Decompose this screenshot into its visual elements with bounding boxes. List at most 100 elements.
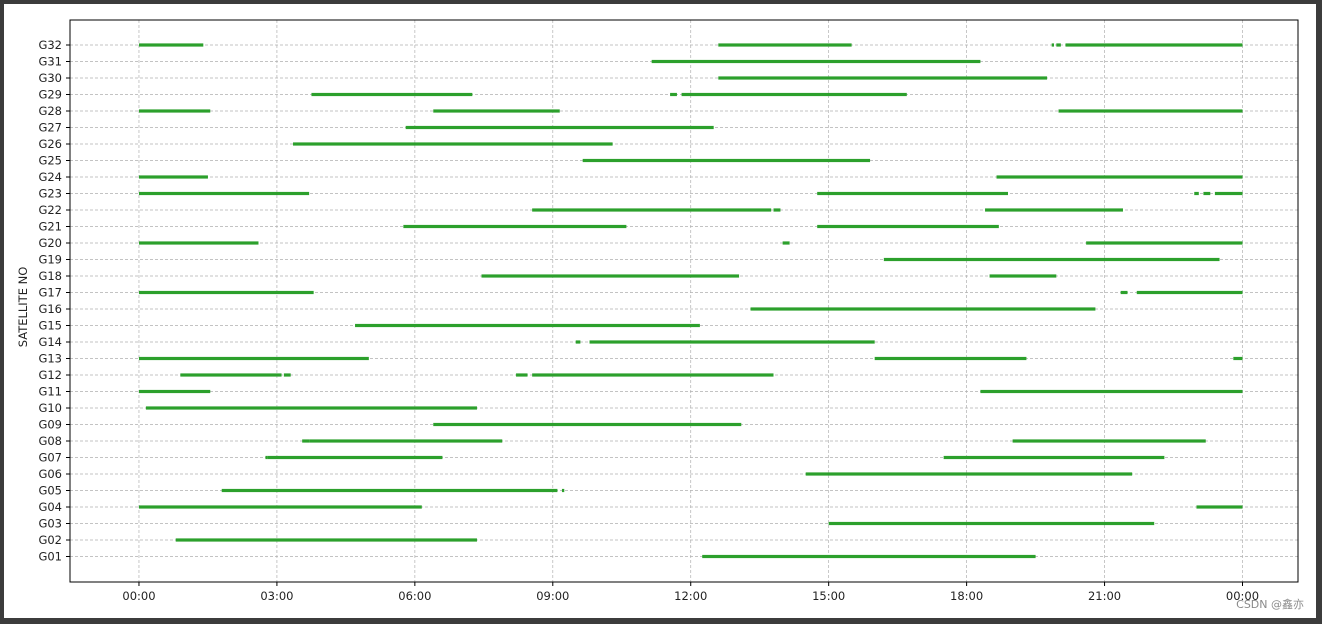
bar-g13 bbox=[138, 356, 369, 361]
bar-g13 bbox=[1233, 356, 1243, 361]
bar-g18 bbox=[481, 274, 740, 278]
bar-g29 bbox=[311, 92, 473, 97]
bar-g08 bbox=[309, 439, 503, 443]
bar-g22 bbox=[532, 208, 772, 212]
bar-g09 bbox=[433, 422, 742, 427]
bar-g11 bbox=[138, 389, 211, 394]
bar-g23 bbox=[1214, 191, 1243, 196]
bar-g29 bbox=[670, 92, 677, 97]
y-tick-label: G32 bbox=[38, 38, 62, 52]
figure-frame: 00:00 03:00 06:00 09:00 12:00 15:00 18:00 21:00… bbox=[4, 4, 1316, 618]
y-tick-label: G31 bbox=[38, 55, 62, 69]
bar-g24 bbox=[996, 175, 1243, 179]
bar-g20 bbox=[1086, 241, 1243, 245]
y-tick-label: G07 bbox=[38, 451, 62, 465]
bar-g05 bbox=[221, 488, 558, 493]
y-tick-label: G05 bbox=[38, 484, 62, 498]
y-tick-label: G09 bbox=[38, 418, 62, 432]
x-tick-label: 15:00 bbox=[812, 589, 845, 603]
y-tick-label: G03 bbox=[38, 517, 62, 531]
bar-g32 bbox=[138, 43, 204, 47]
y-tick-label: G25 bbox=[38, 154, 62, 168]
bar-g03 bbox=[828, 521, 1155, 526]
bar-g12 bbox=[180, 373, 282, 377]
bar-g30 bbox=[718, 76, 1048, 80]
y-tick-label: G27 bbox=[38, 121, 62, 135]
bar-g23 bbox=[1194, 191, 1199, 196]
plot-area-border bbox=[69, 19, 1299, 583]
bar-g32 bbox=[718, 43, 852, 47]
x-tick-label: 00:00 bbox=[122, 589, 155, 603]
y-tick-label: G23 bbox=[38, 187, 62, 201]
y-tick-label: G16 bbox=[38, 302, 62, 316]
bar-g04 bbox=[1196, 505, 1243, 509]
bar-g07 bbox=[943, 455, 1165, 460]
y-tick-label: G12 bbox=[38, 368, 62, 382]
bar-g20 bbox=[138, 241, 259, 245]
y-tick-label: G04 bbox=[38, 500, 62, 514]
bar-g08 bbox=[1012, 439, 1206, 443]
y-tick-label: G30 bbox=[38, 71, 62, 85]
bar-g01 bbox=[702, 554, 1036, 559]
y-tick-label: G20 bbox=[38, 236, 62, 250]
bar-g11 bbox=[980, 389, 1243, 394]
x-tick-label: 06:00 bbox=[398, 589, 431, 603]
y-tick-label: G29 bbox=[38, 88, 62, 102]
bar-g17 bbox=[1136, 290, 1243, 295]
y-tick-label: G02 bbox=[38, 533, 62, 547]
bar-g28 bbox=[138, 109, 211, 113]
bar-g18 bbox=[989, 274, 1057, 278]
y-tick-label: G06 bbox=[38, 467, 62, 481]
x-axis: 00:00 03:00 06:00 09:00 12:00 15:00 18:00 21:00… bbox=[122, 582, 1259, 603]
watermark: CSDN @鑫亦 bbox=[1236, 598, 1304, 611]
y-tick-label: G24 bbox=[38, 170, 62, 184]
bar-g13 bbox=[874, 356, 1027, 361]
bar-g32 bbox=[1051, 43, 1055, 47]
x-tick-label: 03:00 bbox=[260, 589, 293, 603]
x-tick-label: 21:00 bbox=[1088, 589, 1121, 603]
bar-g14 bbox=[589, 340, 875, 344]
y-tick-label: G18 bbox=[38, 269, 62, 283]
bar-g20 bbox=[782, 241, 790, 245]
bar-g21 bbox=[403, 224, 627, 229]
bar-g27 bbox=[405, 125, 714, 130]
bar-g24 bbox=[138, 175, 208, 179]
bar-g17 bbox=[138, 290, 314, 295]
y-tick-label: G10 bbox=[38, 401, 62, 415]
bar-g08 bbox=[302, 439, 310, 443]
y-tick-label: G13 bbox=[38, 352, 62, 366]
bar-g29 bbox=[681, 92, 907, 97]
bar-g22 bbox=[773, 208, 781, 212]
bar-g02 bbox=[175, 538, 477, 542]
bar-g23 bbox=[138, 191, 310, 196]
x-tick-label: 12:00 bbox=[674, 589, 707, 603]
bar-g26 bbox=[293, 142, 613, 146]
bar-g21 bbox=[817, 224, 999, 229]
y-tick-label: G01 bbox=[38, 550, 62, 564]
bar-g04 bbox=[138, 505, 422, 509]
y-tick-label: G26 bbox=[38, 137, 62, 151]
bar-g17 bbox=[1120, 290, 1128, 295]
bar-g16 bbox=[750, 307, 1096, 311]
bar-g06 bbox=[805, 472, 1133, 476]
bar-g32 bbox=[1056, 43, 1061, 47]
x-tick-label: 09:00 bbox=[536, 589, 569, 603]
bar-g10 bbox=[145, 406, 477, 410]
bar-g31 bbox=[651, 59, 981, 64]
bar-g14 bbox=[575, 340, 581, 344]
y-tick-label: G28 bbox=[38, 104, 62, 118]
y-tick-label: G15 bbox=[38, 319, 62, 333]
bar-g23 bbox=[1203, 191, 1211, 196]
bar-g32 bbox=[1065, 43, 1243, 47]
bar-g15 bbox=[355, 323, 700, 328]
bar-g07 bbox=[267, 455, 443, 460]
bar-g23 bbox=[817, 191, 1008, 196]
bar-g25 bbox=[582, 158, 871, 163]
y-tick-label: G11 bbox=[38, 385, 62, 399]
bar-g12 bbox=[532, 373, 774, 377]
y-tick-label: G22 bbox=[38, 203, 62, 217]
bar-g28 bbox=[433, 109, 560, 113]
y-axis-label: SATELLITE NO bbox=[16, 267, 30, 348]
x-tick-label: 18:00 bbox=[950, 589, 983, 603]
gridlines bbox=[70, 20, 1298, 582]
